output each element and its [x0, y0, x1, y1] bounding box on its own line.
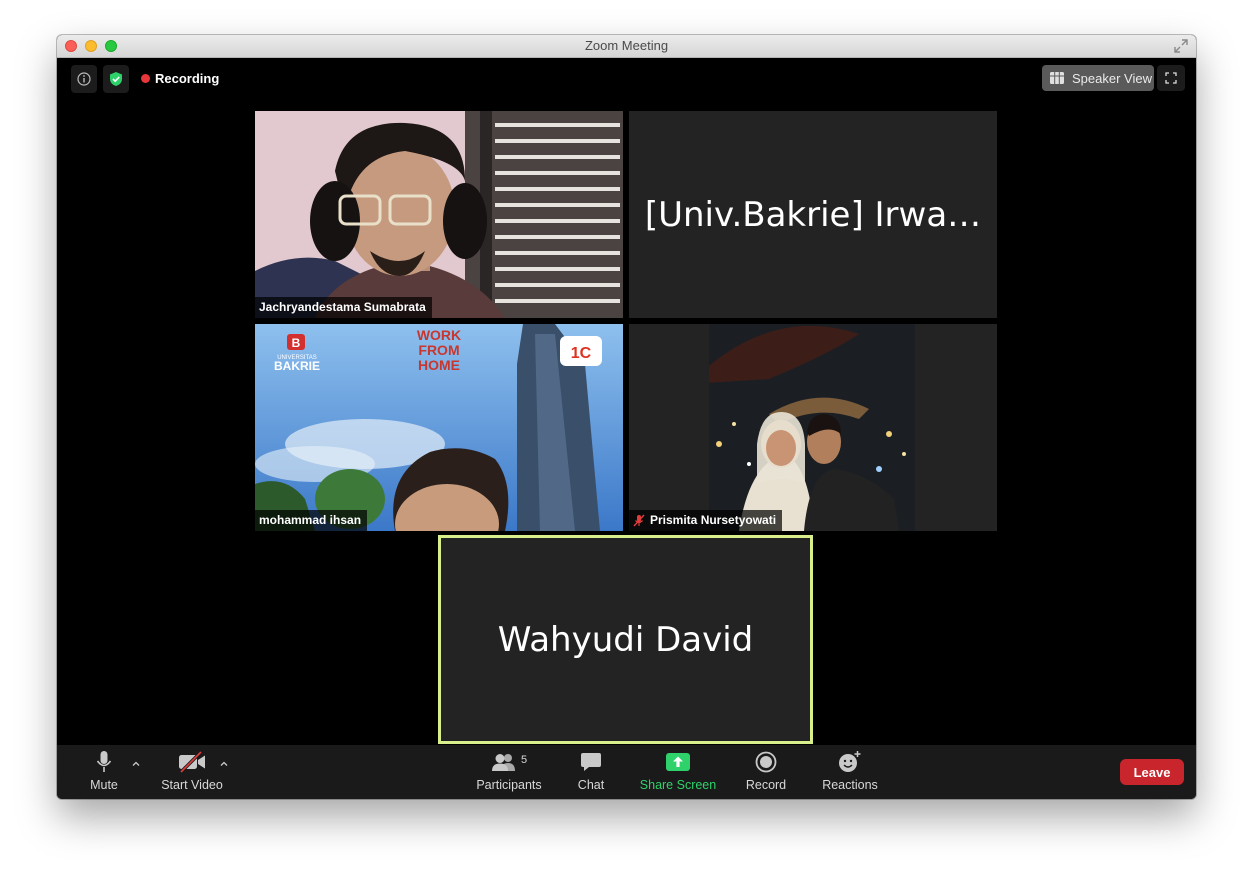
share-screen-label: Share Screen — [639, 778, 717, 792]
emoji-reaction-icon — [839, 751, 861, 772]
security-button[interactable] — [103, 65, 129, 93]
recording-dot-icon — [141, 74, 150, 83]
svg-text:BAKRIE: BAKRIE — [274, 359, 320, 373]
svg-text:1C: 1C — [571, 345, 592, 362]
participant-name-label: mohammad ihsan — [255, 510, 368, 531]
fullscreen-button[interactable] — [1157, 65, 1185, 91]
info-icon — [77, 72, 91, 86]
start-video-button[interactable]: Start Video — [157, 749, 227, 792]
chat-bubble-icon — [581, 753, 601, 771]
participant-name-placeholder: [Univ.Bakrie] Irwa… — [644, 194, 982, 235]
record-label: Record — [745, 778, 787, 792]
svg-text:FROM: FROM — [418, 342, 459, 358]
window-title: Zoom Meeting — [584, 38, 669, 53]
video-tile[interactable]: [Univ.Bakrie] Irwa… — [629, 111, 997, 318]
meeting-info-button[interactable] — [71, 65, 97, 93]
record-icon — [755, 751, 777, 773]
participants-button[interactable]: 5 Participants — [474, 749, 544, 792]
microphone-icon — [96, 751, 112, 772]
video-tile[interactable]: Jachryandestama Sumabrata — [255, 111, 623, 318]
audio-options-chevron-icon[interactable] — [131, 759, 141, 769]
grid-view-icon — [1050, 72, 1064, 84]
participants-label: Participants — [476, 778, 542, 792]
participant-name: Prismita Nursetyowati — [650, 513, 777, 527]
recording-label: Recording — [155, 71, 220, 86]
shield-check-icon — [110, 72, 122, 86]
speaker-view-label: Speaker View — [1072, 70, 1152, 86]
reactions-label: Reactions — [822, 778, 878, 792]
video-options-chevron-icon[interactable] — [219, 759, 229, 769]
mute-label: Mute — [90, 778, 118, 792]
meeting-toolbar: Mute Start Video 5 Participants Chat Sha… — [57, 745, 1196, 799]
participant-name: Jachryandestama Sumabrata — [259, 300, 426, 314]
start-video-label: Start Video — [161, 778, 223, 792]
mute-button[interactable]: Mute — [87, 749, 121, 792]
svg-text:HOME: HOME — [418, 357, 460, 373]
participant-video-image: 1C B UNIVERSITAS BAKRIE WORK FROM HOME — [255, 324, 623, 531]
participant-name-label: Prismita Nursetyowati — [629, 510, 783, 531]
video-tile[interactable]: 1C B UNIVERSITAS BAKRIE WORK FROM HOME m… — [255, 324, 623, 531]
chat-button[interactable]: Chat — [575, 749, 607, 792]
video-off-icon — [179, 751, 205, 773]
zoom-window: Zoom Meeting Recording Speaker View Jach… — [57, 35, 1196, 799]
participants-count-badge: 5 — [520, 754, 528, 766]
fullscreen-icon — [1165, 72, 1177, 84]
svg-text:WORK: WORK — [417, 327, 461, 343]
recording-indicator[interactable]: Recording — [141, 71, 219, 86]
muted-mic-icon — [633, 514, 645, 526]
participant-name-label: Jachryandestama Sumabrata — [255, 297, 432, 318]
speaker-view-button[interactable]: Speaker View — [1042, 65, 1154, 91]
participant-video-image — [255, 111, 623, 318]
video-tile[interactable]: Prismita Nursetyowati — [629, 324, 997, 531]
video-tile-active-speaker[interactable]: Wahyudi David — [438, 535, 813, 744]
reactions-button[interactable]: Reactions — [820, 749, 880, 792]
expand-icon[interactable] — [1174, 39, 1188, 53]
leave-label: Leave — [1133, 764, 1171, 780]
participant-name: mohammad ihsan — [259, 513, 362, 527]
share-screen-button[interactable]: Share Screen — [639, 749, 717, 792]
participants-icon — [491, 754, 515, 771]
share-screen-icon — [666, 753, 690, 771]
leave-meeting-button[interactable]: Leave — [1120, 759, 1184, 785]
svg-text:B: B — [292, 336, 301, 350]
chat-label: Chat — [577, 778, 605, 792]
title-bar: Zoom Meeting — [57, 35, 1196, 58]
participant-name-placeholder: Wahyudi David — [497, 619, 754, 660]
record-button[interactable]: Record — [744, 749, 788, 792]
participant-video-image — [709, 324, 915, 531]
